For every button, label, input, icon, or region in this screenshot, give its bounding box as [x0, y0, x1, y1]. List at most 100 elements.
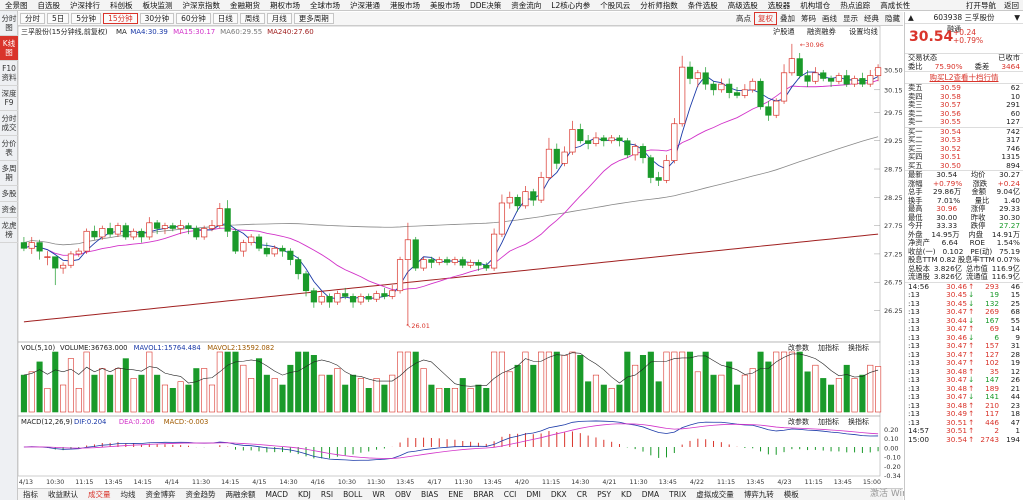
- indicator-tab[interactable]: 虚拟成交量: [691, 489, 739, 500]
- menu-item[interactable]: 机构增仓: [795, 0, 835, 10]
- menu-item[interactable]: 条件选股: [683, 0, 723, 10]
- menu-item[interactable]: DDE决策: [465, 0, 506, 10]
- chart-tool-button[interactable]: 筹码: [798, 13, 819, 24]
- indicator-tab[interactable]: KDJ: [293, 490, 316, 499]
- volume-bar: [514, 364, 521, 413]
- chart-tool: 沪股通: [773, 27, 795, 36]
- timeframe-tab[interactable]: 5日: [47, 13, 70, 24]
- menu-item[interactable]: 热点追踪: [835, 0, 875, 10]
- indicator-tab[interactable]: 博弈九转: [739, 489, 779, 500]
- chart-tool-button[interactable]: 经典: [861, 13, 882, 24]
- y-tick-label: 28.25: [884, 194, 903, 202]
- menu-item[interactable]: 期权市场: [265, 0, 305, 10]
- sidebar-item[interactable]: 多周期: [0, 161, 18, 186]
- menu-right-item[interactable]: 返回: [1000, 0, 1023, 10]
- menu-item[interactable]: 全球市场: [305, 0, 345, 10]
- timeframe-tab[interactable]: 5分钟: [71, 13, 102, 24]
- volume-bar: [679, 351, 686, 413]
- indicator-tab[interactable]: 均线: [116, 489, 141, 500]
- menu-item[interactable]: L2核心内参: [546, 0, 595, 10]
- sidebar-item[interactable]: 深度F9: [0, 86, 18, 111]
- volume-bar: [757, 351, 764, 413]
- timeframe-tab[interactable]: 月线: [266, 13, 292, 24]
- candle-body: [169, 225, 176, 229]
- indicator-tab[interactable]: BIAS: [416, 490, 443, 499]
- candle-body: [295, 259, 302, 275]
- indicator-tab[interactable]: 模板: [779, 489, 804, 500]
- menu-item[interactable]: 个股风云: [595, 0, 635, 10]
- left-sidebar: 分时图 K线图 F10资料 深度F9 分时成交 分价表 多周期 多股 资金 龙虎榜: [0, 11, 18, 500]
- indicator-tab[interactable]: 资金趋势: [181, 489, 221, 500]
- indicator-tab[interactable]: CCI: [499, 490, 522, 499]
- sidebar-item[interactable]: 龙虎榜: [0, 218, 18, 243]
- scroll-down-icon[interactable]: ▼: [1014, 13, 1020, 22]
- volume-bar: [201, 368, 208, 413]
- menu-item[interactable]: 沪深排行: [65, 0, 105, 10]
- kline-chart-area[interactable]: 三孚股份(15分钟线,前复权) MA MA4:30.39 MA15:30.17 MA60…: [18, 26, 903, 488]
- timeframe-tab[interactable]: 15分钟: [103, 13, 138, 24]
- menu-item[interactable]: 资金流向: [506, 0, 546, 10]
- menu-item[interactable]: 高级选股: [723, 0, 763, 10]
- x-axis-label: 4/17: [427, 479, 441, 486]
- indicator-tab[interactable]: PSY: [592, 490, 616, 499]
- indicator-tab[interactable]: MACD: [261, 490, 293, 499]
- indicator-tab[interactable]: DMA: [637, 490, 664, 499]
- scroll-up-icon[interactable]: ▲: [908, 13, 914, 22]
- chart-tool-button[interactable]: 隐藏: [882, 13, 903, 24]
- menu-item[interactable]: 金融期货: [225, 0, 265, 10]
- chart-tool-button[interactable]: 叠加: [777, 13, 798, 24]
- timeframe-tab[interactable]: 60分钟: [176, 13, 211, 24]
- menu-item[interactable]: 分析师指数: [635, 0, 683, 10]
- indicator-tab[interactable]: ENE: [443, 490, 468, 499]
- indicator-tab[interactable]: OBV: [390, 490, 416, 499]
- sidebar-item[interactable]: 资金: [0, 202, 18, 218]
- indicator-tab[interactable]: BRAR: [468, 490, 498, 499]
- menu-item[interactable]: 板块监测: [138, 0, 178, 10]
- chart-tool-button[interactable]: 高点: [733, 13, 754, 24]
- indicator-tab[interactable]: 资金博弈: [141, 489, 181, 500]
- indicator-tab[interactable]: RSI: [316, 490, 338, 499]
- indicator-tab[interactable]: TRIX: [664, 490, 691, 499]
- menu-item[interactable]: 港股市场: [385, 0, 425, 10]
- sidebar-item[interactable]: 分时图: [0, 11, 18, 36]
- menu-right-item[interactable]: 打开导航: [962, 0, 1000, 10]
- indicator-tab[interactable]: DKX: [546, 490, 572, 499]
- timeframe-tab[interactable]: 更多周期: [293, 13, 334, 24]
- chart-tool-button[interactable]: 画线: [819, 13, 840, 24]
- menu-item[interactable]: 选股器: [763, 0, 796, 10]
- sidebar-item[interactable]: 分时成交: [0, 111, 18, 136]
- volume-bar: [569, 351, 576, 413]
- volume-bar: [240, 364, 247, 413]
- indicator-tab[interactable]: WR: [367, 490, 390, 499]
- menu-item[interactable]: 沪深京指数: [178, 0, 226, 10]
- timeframe-tab[interactable]: 周线: [239, 13, 265, 24]
- indicator-tab[interactable]: DMI: [521, 490, 545, 499]
- x-axis-label: 14:30: [279, 479, 297, 486]
- indicator-tab[interactable]: 成交量: [83, 489, 116, 500]
- timeframe-tab[interactable]: 30分钟: [139, 13, 175, 24]
- indicator-tab[interactable]: 收益默认: [43, 489, 83, 500]
- sidebar-item[interactable]: K线图: [0, 36, 18, 61]
- chart-tool-button[interactable]: 显示: [840, 13, 861, 24]
- buy-l2-link[interactable]: 购买L2查看十档行情: [905, 72, 1023, 84]
- menu-item[interactable]: 全景图: [0, 0, 33, 10]
- indicator-tab[interactable]: KD: [616, 490, 637, 499]
- indicator-tab[interactable]: 指标: [18, 489, 43, 500]
- menu-item[interactable]: 美股市场: [425, 0, 465, 10]
- indicator-tab[interactable]: BOLL: [338, 490, 367, 499]
- menu-item[interactable]: 高成长性: [875, 0, 915, 10]
- menu-item[interactable]: 科创板: [105, 0, 138, 10]
- volume-bar: [875, 366, 882, 413]
- menu-item[interactable]: 自选股: [33, 0, 66, 10]
- sidebar-item[interactable]: F10资料: [0, 61, 18, 86]
- indicator-tab[interactable]: CR: [572, 490, 592, 499]
- menu-item[interactable]: 沪深港通: [345, 0, 385, 10]
- chart-tool-button[interactable]: 复权: [754, 12, 777, 25]
- timeframe-tab[interactable]: 日线: [212, 13, 238, 24]
- indicator-tab[interactable]: 两融余额: [221, 489, 261, 500]
- timeframe-tab[interactable]: 分时: [20, 13, 45, 24]
- sidebar-item[interactable]: 多股: [0, 186, 18, 202]
- candle-body: [733, 92, 741, 96]
- candle-body: [569, 129, 576, 153]
- sidebar-item[interactable]: 分价表: [0, 136, 18, 161]
